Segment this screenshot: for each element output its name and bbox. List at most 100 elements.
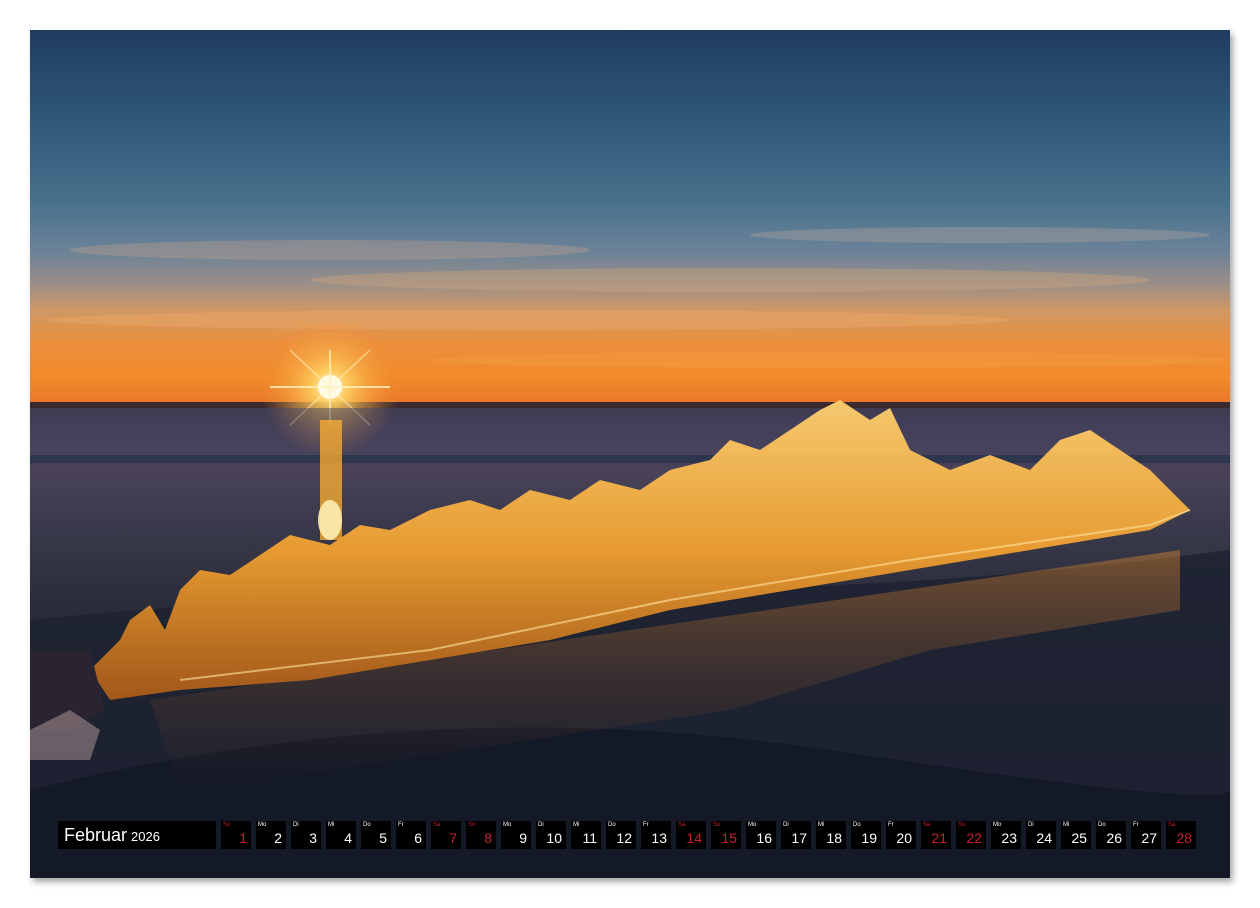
binding-hole (582, 21, 587, 25)
binding-hole (708, 21, 712, 25)
day-number: 8 (484, 830, 492, 846)
weekday-label: Do (363, 822, 371, 828)
day-cell: Sa 7 (431, 821, 461, 849)
binding-hole (696, 21, 701, 25)
binding-hole (776, 21, 780, 25)
binding-hole (321, 21, 325, 25)
day-cell: Fr 20 (886, 821, 916, 849)
binding-hole (878, 21, 883, 25)
binding-hole (560, 21, 564, 25)
day-number: 19 (861, 830, 877, 846)
binding-hole (673, 21, 678, 25)
weekday-label: Do (608, 822, 616, 828)
day-cell: Mi 18 (816, 821, 846, 849)
binding-hole (389, 21, 394, 25)
binding-hole (412, 21, 416, 25)
binding-hole (355, 21, 360, 25)
binding-hole (526, 21, 530, 25)
day-cell: So 22 (956, 821, 986, 849)
day-number: 5 (379, 830, 387, 846)
weekday-label: Di (1028, 822, 1034, 828)
binding-hole (457, 21, 462, 25)
weekday-label: Fr (888, 822, 894, 828)
binding-hole (855, 21, 860, 25)
weekday-label: So (468, 822, 476, 828)
weekday-label: Sa (678, 822, 686, 828)
binding-hole (264, 21, 269, 25)
binding-hole (400, 21, 405, 25)
binding-hole (423, 21, 428, 25)
weekday-label: Mo (993, 822, 1002, 828)
day-number: 26 (1106, 830, 1122, 846)
day-cell: Fr 27 (1131, 821, 1161, 849)
day-cell: Mo 23 (991, 821, 1021, 849)
binding-hole (946, 21, 951, 25)
binding-hole (958, 21, 962, 25)
day-number: 10 (546, 830, 562, 846)
sunset-ice-photo (30, 30, 1230, 878)
binding-hole (787, 21, 792, 25)
day-number: 18 (826, 830, 842, 846)
day-number: 28 (1176, 830, 1192, 846)
binding-hole (981, 21, 985, 25)
binding-hole (298, 21, 303, 25)
day-cell: Mi 11 (571, 821, 601, 849)
day-cell: Sa 21 (921, 821, 951, 849)
day-number: 11 (582, 830, 597, 846)
binding-hole (742, 21, 746, 25)
binding-hole (514, 21, 519, 25)
day-number: 1 (239, 830, 247, 846)
day-cell: Mo 9 (501, 821, 531, 849)
binding-hole (844, 21, 849, 25)
day-number: 17 (791, 830, 807, 846)
month-label-box: Februar 2026 (58, 821, 216, 849)
binding-hole (332, 21, 337, 25)
day-number: 23 (1001, 830, 1017, 846)
binding-holes (264, 12, 997, 30)
binding-hole (275, 21, 280, 25)
day-cell: So 1 (221, 821, 251, 849)
day-cell: Mi 4 (326, 821, 356, 849)
day-cell: Fr 6 (396, 821, 426, 849)
binding-hole (662, 21, 667, 25)
weekday-label: Mo (258, 822, 267, 828)
weekday-label: So (958, 822, 966, 828)
day-cell: Di 3 (291, 821, 321, 849)
day-cell: Di 10 (536, 821, 566, 849)
binding-hole (730, 21, 735, 25)
day-number: 16 (756, 830, 772, 846)
day-cell: Fr 13 (641, 821, 671, 849)
day-number: 9 (519, 830, 527, 846)
weekday-label: Mo (503, 822, 512, 828)
weekday-label: Di (783, 822, 789, 828)
binding-hole (605, 21, 610, 25)
binding-hole (435, 21, 439, 25)
binding-hole (810, 21, 815, 25)
weekday-label: Do (853, 822, 861, 828)
day-cell: So 8 (466, 821, 496, 849)
day-cell: Sa 28 (1166, 821, 1196, 849)
day-number: 2 (274, 830, 282, 846)
binding-hole (446, 21, 451, 25)
day-cells: So 1 Mo 2 Di 3 Mi 4 Do 5 Fr 6 Sa 7 So 8 Mo 9 Di 10 Mi 11 Do 12 F… (221, 821, 1196, 849)
binding-hole (924, 21, 928, 25)
binding-hole (548, 21, 553, 25)
day-number: 12 (616, 830, 632, 846)
binding-hole (309, 21, 314, 25)
day-number: 4 (344, 830, 352, 846)
weekday-label: Fr (1133, 822, 1139, 828)
binding-hole (764, 21, 769, 25)
weekday-label: Fr (398, 822, 404, 828)
binding-hole (901, 21, 906, 25)
binding-hole (503, 21, 507, 25)
day-cell: Di 24 (1026, 821, 1056, 849)
weekday-label: Mo (748, 822, 757, 828)
weekday-label: So (713, 822, 721, 828)
binding-hole (685, 21, 689, 25)
binding-hole (469, 21, 473, 25)
binding-hole (821, 21, 826, 25)
weekday-label: Di (538, 822, 544, 828)
day-cell: Do 12 (606, 821, 636, 849)
day-number: 14 (686, 830, 702, 846)
binding-hole (719, 21, 724, 25)
